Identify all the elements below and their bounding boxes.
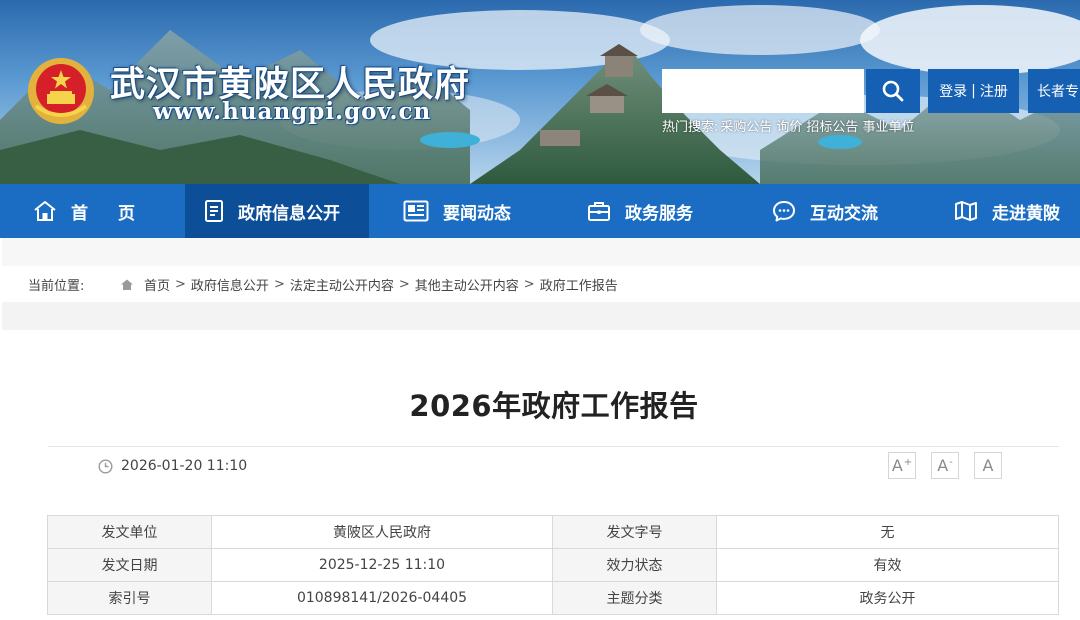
chat-icon bbox=[773, 201, 795, 222]
breadcrumb-top-band bbox=[2, 238, 1080, 266]
breadcrumb-separator: > bbox=[523, 276, 535, 292]
font-button-label: A bbox=[982, 456, 994, 475]
breadcrumb-separator: > bbox=[398, 276, 410, 292]
map-icon bbox=[955, 201, 977, 221]
hot-search-label: 热门搜索: bbox=[662, 120, 719, 135]
document-info-table: 发文单位 黄陂区人民政府 发文字号 无 发文日期 2025-12-25 11:1… bbox=[47, 515, 1059, 615]
clock-icon bbox=[98, 458, 113, 474]
briefcase-icon bbox=[588, 202, 610, 221]
search-icon bbox=[882, 80, 904, 102]
elder-mode-button[interactable]: 长者专 bbox=[1028, 69, 1080, 113]
hot-search-term[interactable]: 采购公告 bbox=[720, 120, 772, 135]
nav-item-interaction[interactable]: 互动交流 bbox=[741, 184, 925, 238]
breadcrumb-home-icon bbox=[121, 279, 133, 290]
breadcrumb-item[interactable]: 其他主动公开内容 bbox=[415, 275, 519, 294]
title-divider bbox=[48, 446, 1059, 447]
header-banner: 武汉市黄陂区人民政府 www.huangpi.gov.cn 热门搜索: 采购公告询… bbox=[0, 0, 1080, 184]
breadcrumb-item-current[interactable]: 政府工作报告 bbox=[540, 275, 618, 294]
font-button-sup: + bbox=[903, 457, 913, 468]
nav-item-label: 要闻动态 bbox=[443, 203, 511, 224]
table-value-cell: 政务公开 bbox=[716, 581, 1059, 615]
table-value-cell: 黄陂区人民政府 bbox=[211, 515, 553, 549]
register-link[interactable]: 注册 bbox=[980, 81, 1008, 101]
nav-item-label: 互动交流 bbox=[810, 203, 878, 224]
table-key-cell: 效力状态 bbox=[552, 548, 717, 582]
table-row: 发文单位 黄陂区人民政府 发文字号 无 bbox=[47, 515, 1059, 549]
table-value-cell: 010898141/2026-04405 bbox=[211, 581, 553, 615]
breadcrumb-bottom-band bbox=[2, 302, 1080, 330]
login-link[interactable]: 登录 bbox=[939, 81, 967, 101]
article-title: 2026年政府工作报告 bbox=[409, 389, 699, 423]
font-size-increase-button[interactable]: A + bbox=[888, 452, 916, 479]
breadcrumb-label: 当前位置: bbox=[28, 278, 85, 294]
nav-item-news[interactable]: 要闻动态 bbox=[369, 184, 555, 238]
login-register-box: 登录 | 注册 bbox=[928, 69, 1019, 113]
hot-search: 热门搜索: 采购公告 询价 招标公告 事业单位 bbox=[662, 116, 918, 135]
font-size-reset-button[interactable]: A bbox=[974, 452, 1002, 479]
table-key-cell: 发文单位 bbox=[47, 515, 212, 549]
breadcrumb-separator: > bbox=[273, 276, 285, 292]
hot-search-term[interactable]: 询价 bbox=[776, 120, 802, 135]
nav-item-label: 政府信息公开 bbox=[238, 203, 340, 224]
table-key-cell: 发文字号 bbox=[552, 515, 717, 549]
nav-item-home[interactable]: 首页 bbox=[0, 184, 185, 238]
breadcrumb-separator: > bbox=[175, 276, 186, 292]
table-value-cell: 无 bbox=[716, 515, 1059, 549]
search-input[interactable] bbox=[662, 69, 864, 113]
document-list-icon bbox=[205, 200, 223, 222]
login-separator: | bbox=[971, 83, 976, 99]
home-icon bbox=[34, 201, 56, 221]
breadcrumb-item[interactable]: 政府信息公开 bbox=[191, 275, 269, 294]
table-row: 索引号 010898141/2026-04405 主题分类 政务公开 bbox=[47, 581, 1059, 615]
site-url: www.huangpi.gov.cn bbox=[153, 98, 432, 125]
news-icon bbox=[403, 200, 429, 222]
nav-item-about[interactable]: 走进黄陂 bbox=[925, 184, 1080, 238]
table-key-cell: 索引号 bbox=[47, 581, 212, 615]
nav-item-label: 首页 bbox=[71, 203, 165, 224]
main-nav: 首页 政府信息公开 要闻动态 政务服务 互动交流 走进黄陂 bbox=[0, 184, 1080, 238]
nav-item-label: 政务服务 bbox=[625, 203, 693, 224]
search-button[interactable] bbox=[866, 69, 920, 113]
hot-search-term[interactable]: 招标公告 bbox=[806, 120, 858, 135]
nav-item-services[interactable]: 政务服务 bbox=[555, 184, 741, 238]
publish-time: 2026-01-20 11:10 bbox=[121, 458, 248, 474]
font-size-decrease-button[interactable]: A- bbox=[931, 452, 959, 479]
font-button-label: A bbox=[891, 456, 903, 475]
nav-item-label: 走进黄陂 bbox=[992, 203, 1060, 224]
nav-item-gov-info[interactable]: 政府信息公开 bbox=[185, 184, 369, 238]
national-emblem-icon bbox=[28, 58, 94, 124]
breadcrumb-item[interactable]: 首页 bbox=[144, 275, 170, 294]
table-value-cell: 2025-12-25 11:10 bbox=[211, 548, 553, 582]
table-key-cell: 发文日期 bbox=[47, 548, 212, 582]
table-row: 发文日期 2025-12-25 11:10 效力状态 有效 bbox=[47, 548, 1059, 582]
publish-time-row: 2026-01-20 11:10 bbox=[98, 456, 247, 476]
hot-search-term[interactable]: 事业单位 bbox=[862, 120, 914, 135]
table-value-cell: 有效 bbox=[716, 548, 1059, 582]
table-key-cell: 主题分类 bbox=[552, 581, 717, 615]
breadcrumb-item[interactable]: 法定主动公开内容 bbox=[290, 275, 394, 294]
font-button-sup: - bbox=[949, 457, 953, 468]
font-button-label: A bbox=[937, 456, 949, 475]
breadcrumb: 当前位置: 首页 > 政府信息公开 > 法定主动公开内容 > 其他主动公开内容 … bbox=[2, 266, 1080, 302]
